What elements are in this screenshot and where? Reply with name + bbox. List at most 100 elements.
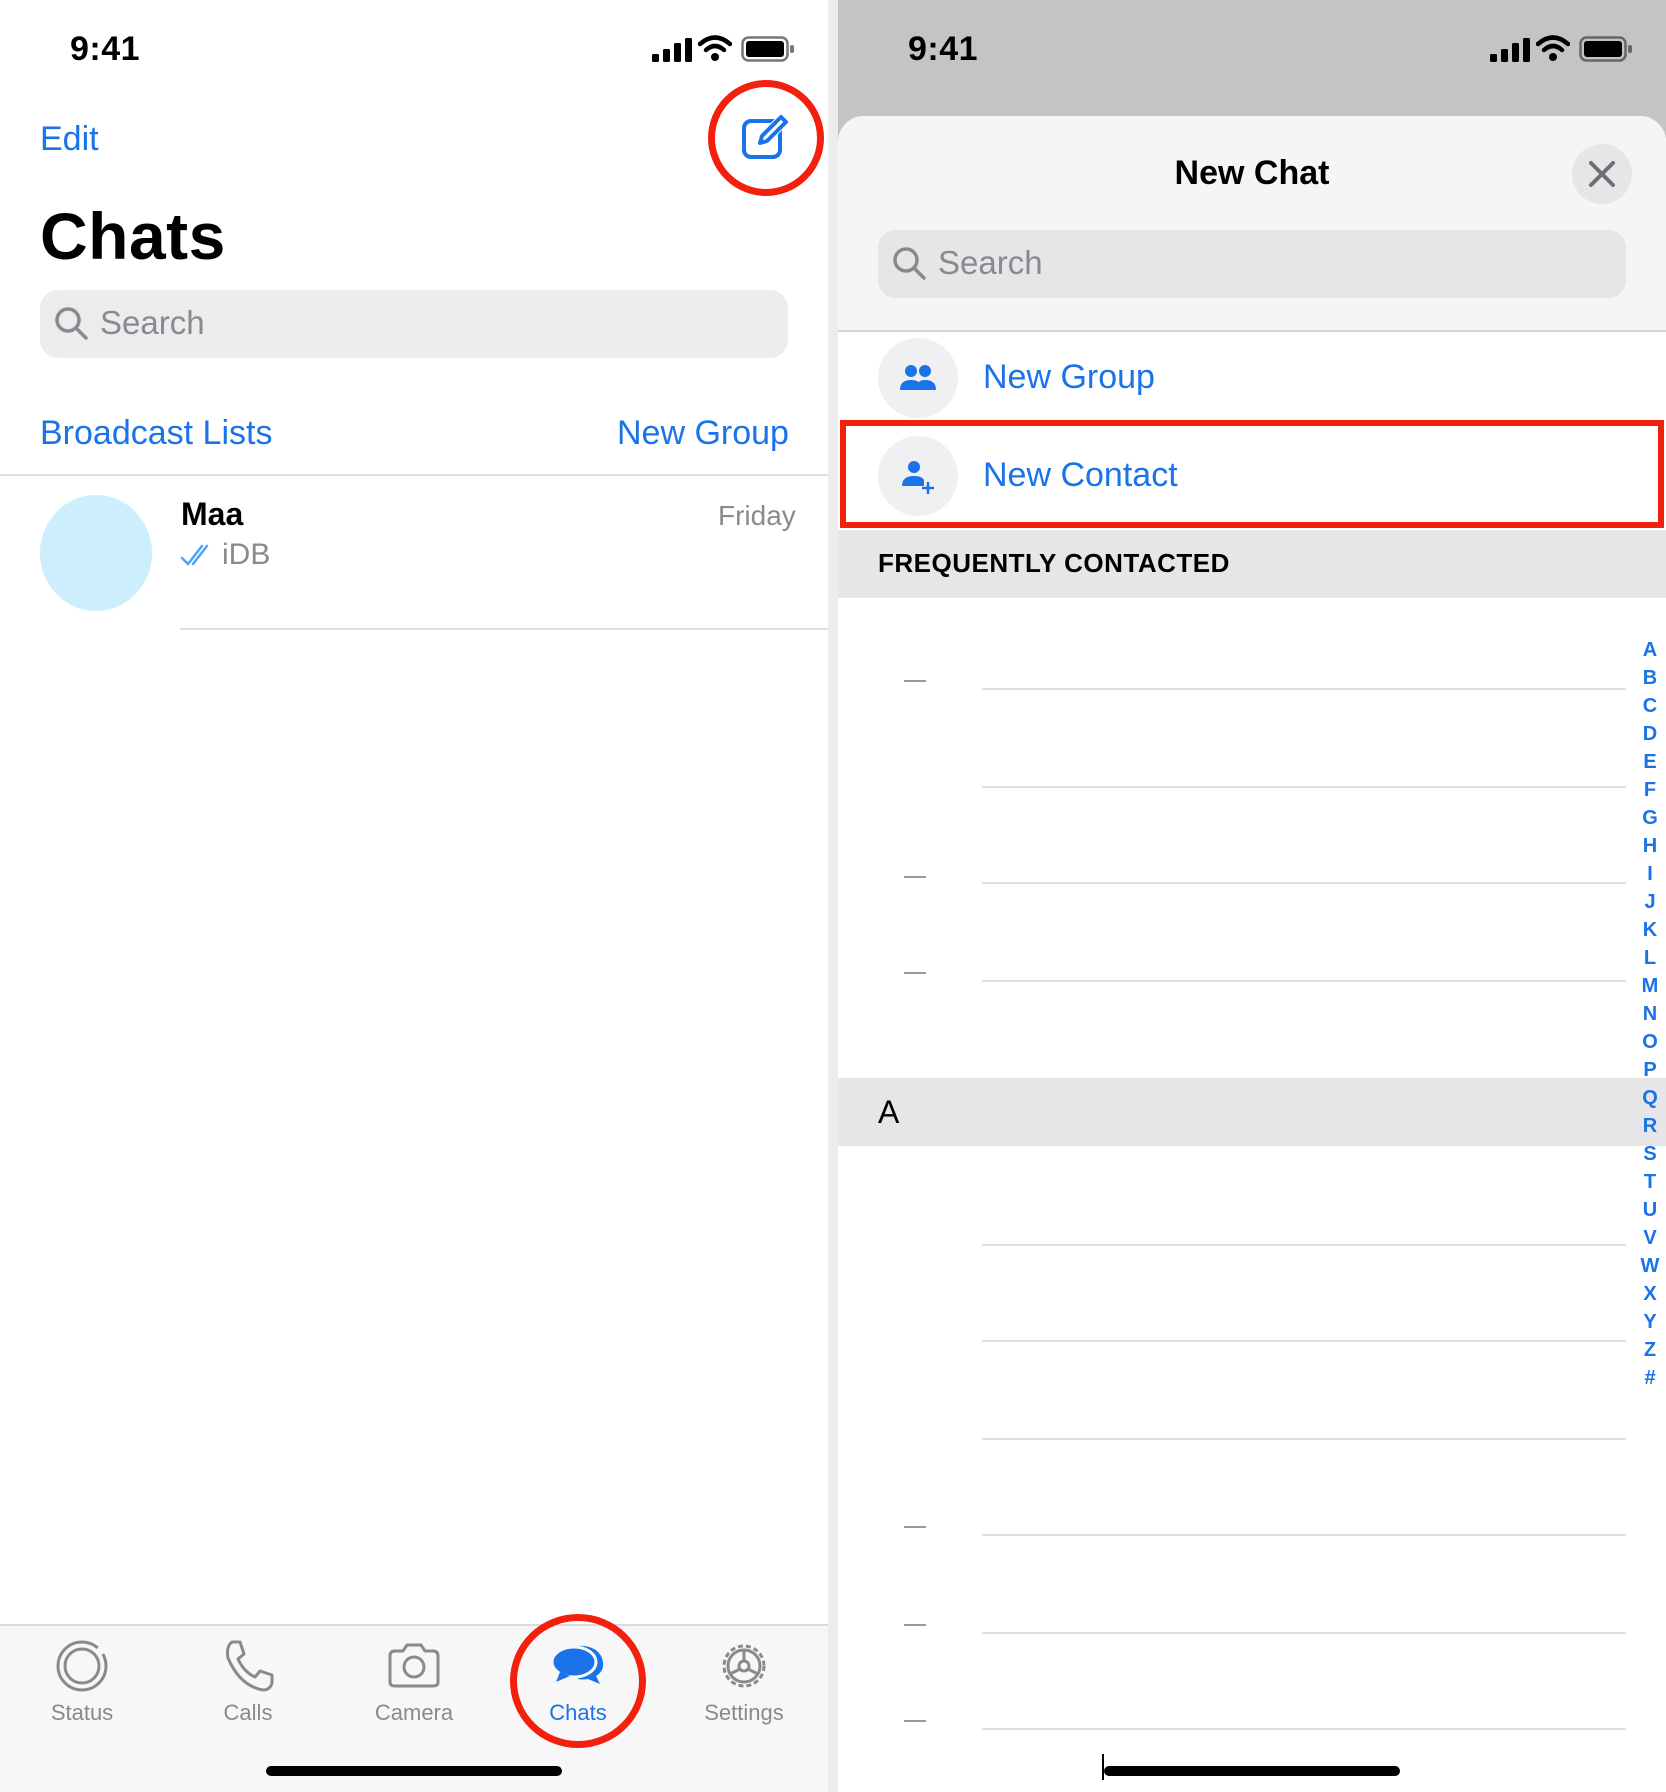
status-time: 9:41	[908, 30, 979, 68]
tab-label: Camera	[374, 1700, 454, 1725]
row-divider	[982, 1340, 1626, 1342]
row-divider	[982, 1728, 1626, 1730]
header-divider	[0, 474, 828, 476]
contact-placeholder	[904, 680, 926, 682]
chat-name: Maa	[181, 496, 244, 532]
index-letter[interactable]: K	[1638, 916, 1662, 944]
tab-label: Settings	[704, 1700, 784, 1725]
index-letter[interactable]: N	[1638, 1000, 1662, 1028]
row-divider	[982, 980, 1626, 982]
index-letter[interactable]: B	[1638, 664, 1662, 692]
index-letter[interactable]: #	[1638, 1364, 1662, 1392]
battery-icon	[1579, 36, 1632, 62]
chat-row-divider	[180, 628, 828, 630]
row-divider	[982, 1438, 1626, 1440]
row-divider	[982, 1244, 1626, 1246]
contact-placeholder	[904, 1526, 926, 1528]
group-icon-wrapper	[878, 338, 958, 418]
contact-placeholder	[904, 876, 926, 878]
edit-button[interactable]: Edit	[40, 120, 99, 159]
index-letter[interactable]: V	[1638, 1224, 1662, 1252]
broadcast-lists-link[interactable]: Broadcast Lists	[40, 414, 272, 453]
home-indicator	[266, 1766, 562, 1776]
compose-highlight-circle	[708, 80, 824, 196]
home-indicator	[1104, 1766, 1400, 1776]
row-divider	[982, 688, 1626, 690]
phone-icon	[226, 1640, 274, 1692]
wifi-icon	[698, 35, 732, 61]
cellular-signal-icon	[652, 38, 692, 62]
alphabet-index[interactable]: A B C D E F G H I J K L M N O P Q R S T U V W X Y Z #	[1638, 636, 1662, 1392]
tab-camera[interactable]: Camera	[354, 1636, 474, 1746]
battery-icon	[741, 36, 794, 62]
section-title: FREQUENTLY CONTACTED	[878, 548, 1230, 578]
new-contact-highlight-box	[840, 420, 1664, 528]
index-letter[interactable]: Q	[1638, 1084, 1662, 1112]
search-input[interactable]: Search	[878, 230, 1626, 298]
new-chat-sheet: New Chat Search New Group New Contact FR…	[838, 116, 1666, 1792]
index-letter[interactable]: A	[1638, 636, 1662, 664]
row-divider	[982, 786, 1626, 788]
index-letter[interactable]: Z	[1638, 1336, 1662, 1364]
status-time: 9:41	[70, 30, 141, 68]
index-letter[interactable]: E	[1638, 748, 1662, 776]
row-divider	[982, 1534, 1626, 1536]
section-a-header: A	[838, 1078, 1666, 1146]
index-letter[interactable]: R	[1638, 1112, 1662, 1140]
chat-timestamp: Friday	[718, 500, 796, 531]
frequently-contacted-header: FREQUENTLY CONTACTED	[838, 530, 1666, 598]
status-bar: 9:41	[0, 0, 828, 100]
search-placeholder: Search	[100, 304, 205, 341]
close-icon	[1589, 161, 1615, 187]
camera-icon	[388, 1643, 440, 1688]
tab-settings[interactable]: Settings	[684, 1636, 804, 1746]
index-letter[interactable]: U	[1638, 1196, 1662, 1224]
index-letter[interactable]: T	[1638, 1168, 1662, 1196]
group-icon	[900, 365, 936, 390]
header-divider	[838, 330, 1666, 332]
index-letter[interactable]: D	[1638, 720, 1662, 748]
section-letter: A	[878, 1094, 900, 1130]
search-input[interactable]: Search	[40, 290, 788, 358]
close-button[interactable]	[1572, 144, 1632, 204]
wifi-icon	[1536, 35, 1570, 61]
index-letter[interactable]: I	[1638, 860, 1662, 888]
index-letter[interactable]: J	[1638, 888, 1662, 916]
index-letter[interactable]: W	[1638, 1252, 1662, 1280]
avatar	[40, 495, 152, 611]
index-letter[interactable]: F	[1638, 776, 1662, 804]
tab-label: Status	[50, 1700, 114, 1725]
index-letter[interactable]: C	[1638, 692, 1662, 720]
sheet-header: New Chat Search	[838, 116, 1666, 330]
contact-placeholder	[904, 1720, 926, 1722]
index-letter[interactable]: S	[1638, 1140, 1662, 1168]
index-letter[interactable]: P	[1638, 1056, 1662, 1084]
row-divider	[982, 1632, 1626, 1634]
sheet-title: New Chat	[1174, 154, 1330, 192]
page-title: Chats	[40, 199, 226, 273]
chat-preview: iDB	[222, 538, 271, 571]
contact-placeholder	[904, 972, 926, 974]
index-letter[interactable]: X	[1638, 1280, 1662, 1308]
search-icon	[55, 307, 88, 340]
search-placeholder: Search	[938, 244, 1043, 281]
index-letter[interactable]: H	[1638, 832, 1662, 860]
index-letter[interactable]: G	[1638, 804, 1662, 832]
index-letter[interactable]: Y	[1638, 1308, 1662, 1336]
tab-status[interactable]: Status	[22, 1636, 142, 1746]
index-letter[interactable]: O	[1638, 1028, 1662, 1056]
cellular-signal-icon	[1490, 38, 1530, 62]
new-group-label: New Group	[983, 358, 1155, 396]
search-icon	[893, 247, 926, 280]
chats-screen: 9:41 Edit Chats Search Broadcast Lists N…	[0, 0, 828, 1792]
status-icon	[56, 1640, 108, 1692]
gear-icon	[722, 1644, 766, 1688]
row-divider	[982, 882, 1626, 884]
new-group-link[interactable]: New Group	[617, 414, 789, 453]
new-chat-screen: 9:41 New Chat Search New Group New Conta…	[838, 0, 1666, 1792]
text-cursor	[1102, 1754, 1104, 1780]
chats-tab-highlight-circle	[510, 1614, 646, 1748]
index-letter[interactable]: M	[1638, 972, 1662, 1000]
tab-calls[interactable]: Calls	[188, 1636, 308, 1746]
index-letter[interactable]: L	[1638, 944, 1662, 972]
